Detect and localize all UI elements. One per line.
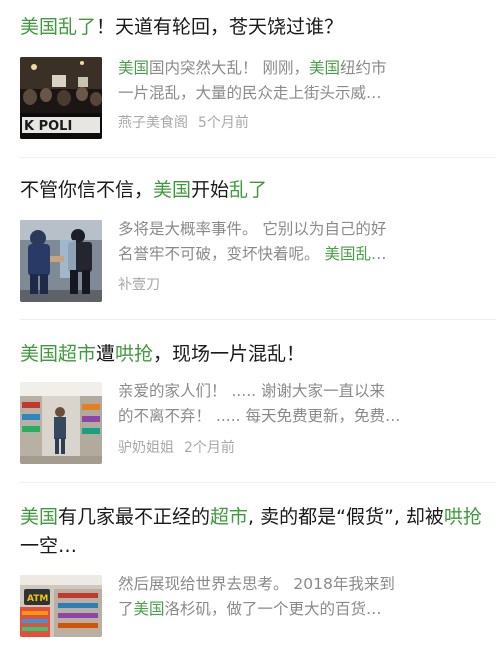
article-title[interactable]: 不管你信不信，美国开始乱了 — [20, 176, 486, 205]
article-meta: 驴奶姐姐 2个月前 — [118, 438, 235, 458]
atm-label: ATM — [27, 594, 48, 604]
article-title[interactable]: 美国有几家最不正经的超市, 卖的都是“假货”, 却被哄抢一空… — [20, 503, 486, 561]
article-snippet: 多将是大概率事件。 它别以为自己的好 名誉牢不可破，变坏快着呢。 美国乱… — [118, 217, 486, 267]
snippet-line-1: 然后展现给世界去思考。 2018年我来到 — [118, 572, 486, 597]
article-card-3[interactable]: 美国超市遭哄抢，现场一片混乱！ 亲爱的家人们！ ..... 谢谢大家一直以来 的… — [0, 320, 496, 483]
article-feed: 美国乱了！天道有轮回，苍天饶过谁？ K POLI 美国国内突然大乱！ 刚刚，美国… — [0, 0, 496, 655]
article-meta: 燕子美食阁 5个月前 — [118, 113, 249, 133]
title-keyword: 乱了 — [229, 179, 268, 201]
snippet-line-2: 的不离不弃！ ..... 每天免费更新，免费… — [118, 404, 486, 429]
title-text: ，现场一片混乱！ — [153, 343, 306, 365]
article-card-2[interactable]: 不管你信不信，美国开始乱了 多将是大概率事件。 它别以为自己的好 名誉牢不可破，… — [0, 158, 496, 320]
title-text: 有几家最不正经的 — [58, 506, 211, 528]
title-text: 遭 — [96, 343, 116, 365]
snippet-line-2: 了美国洛杉矶，做了一个更大的百货… — [118, 597, 486, 622]
title-keyword: 美国 — [20, 506, 59, 528]
article-title[interactable]: 美国乱了！天道有轮回，苍天饶过谁？ — [20, 13, 486, 42]
title-text: 一空… — [20, 535, 78, 557]
snippet-text: 洛杉矶，做了一个更大的百货… — [164, 600, 382, 618]
protest-crowd-thumbnail[interactable]: K POLI — [20, 57, 102, 139]
publish-time: 5个月前 — [198, 115, 249, 131]
store-atm-thumbnail[interactable]: ATM — [20, 575, 102, 637]
title-text: 开始 — [191, 179, 230, 201]
supermarket-image-icon — [20, 382, 102, 464]
snippet-text: 多将是大概率事件。 它别以为自己的好 — [118, 220, 387, 238]
snippet-text: 亲爱的家人们！ ..... 谢谢大家一直以来 — [118, 382, 385, 400]
riot-police-thumbnail[interactable] — [20, 220, 102, 302]
title-keyword: 美国 — [153, 179, 192, 201]
title-text: ！天道有轮回，苍天饶过谁？ — [96, 16, 344, 38]
source-name[interactable]: 燕子美食阁 — [118, 115, 188, 131]
title-keyword: 哄抢 — [115, 343, 154, 365]
snippet-keyword: 美国 — [133, 600, 165, 618]
store-image-icon: ATM — [20, 575, 102, 637]
title-keyword: 美国超市 — [20, 343, 97, 365]
snippet-line-2: 一片混乱，大量的民众走上街头示威… — [118, 81, 486, 106]
snippet-text: … — [370, 245, 387, 263]
snippet-keyword: 美国 — [308, 59, 340, 77]
article-snippet: 亲爱的家人们！ ..... 谢谢大家一直以来 的不离不弃！ ..... 每天免费… — [118, 379, 486, 429]
publish-time: 2个月前 — [184, 440, 235, 456]
snippet-text: 一片混乱，大量的民众走上街头示威… — [118, 84, 382, 102]
article-title[interactable]: 美国超市遭哄抢，现场一片混乱！ — [20, 340, 486, 369]
sign-text: K POLI — [24, 119, 72, 134]
protest-image-icon: K POLI — [20, 57, 102, 139]
snippet-line-1: 多将是大概率事件。 它别以为自己的好 — [118, 217, 486, 242]
snippet-text: 的不离不弃！ ..... 每天免费更新，免费… — [118, 407, 401, 425]
snippet-line-1: 亲爱的家人们！ ..... 谢谢大家一直以来 — [118, 379, 486, 404]
snippet-line-1: 美国国内突然大乱！ 刚刚，美国纽约市 — [118, 56, 486, 81]
article-snippet: 美国国内突然大乱！ 刚刚，美国纽约市 一片混乱，大量的民众走上街头示威… — [118, 56, 486, 106]
title-text: , 卖的都是“假货”, 却被 — [248, 506, 444, 528]
article-meta: 补壹刀 — [118, 275, 160, 295]
snippet-text: 了 — [118, 600, 134, 618]
article-card-1[interactable]: 美国乱了！天道有轮回，苍天饶过谁？ K POLI 美国国内突然大乱！ 刚刚，美国… — [0, 0, 496, 158]
snippet-text: 国内突然大乱！ 刚刚， — [149, 59, 309, 77]
snippet-keyword: 美国 — [118, 59, 150, 77]
source-name[interactable]: 补壹刀 — [118, 277, 160, 293]
article-snippet: 然后展现给世界去思考。 2018年我来到 了美国洛杉矶，做了一个更大的百货… — [118, 572, 486, 622]
source-name[interactable]: 驴奶姐姐 — [118, 440, 174, 456]
snippet-line-2: 名誉牢不可破，变坏快着呢。 美国乱… — [118, 242, 486, 267]
snippet-text: 然后展现给世界去思考。 2018年我来到 — [118, 575, 395, 593]
title-keyword: 哄抢 — [443, 506, 482, 528]
title-keyword: 美国乱了 — [20, 16, 97, 38]
title-text: 不管你信不信， — [20, 179, 154, 201]
snippet-text: 纽约市 — [339, 59, 387, 77]
riot-police-image-icon — [20, 220, 102, 302]
snippet-keyword: 美国乱 — [324, 245, 371, 263]
article-card-4[interactable]: 美国有几家最不正经的超市, 卖的都是“假货”, 却被哄抢一空… ATM 然后展现… — [0, 483, 496, 655]
snippet-text: 名誉牢不可破，变坏快着呢。 — [118, 245, 325, 263]
title-keyword: 超市 — [210, 506, 249, 528]
supermarket-aisle-thumbnail[interactable] — [20, 382, 102, 464]
